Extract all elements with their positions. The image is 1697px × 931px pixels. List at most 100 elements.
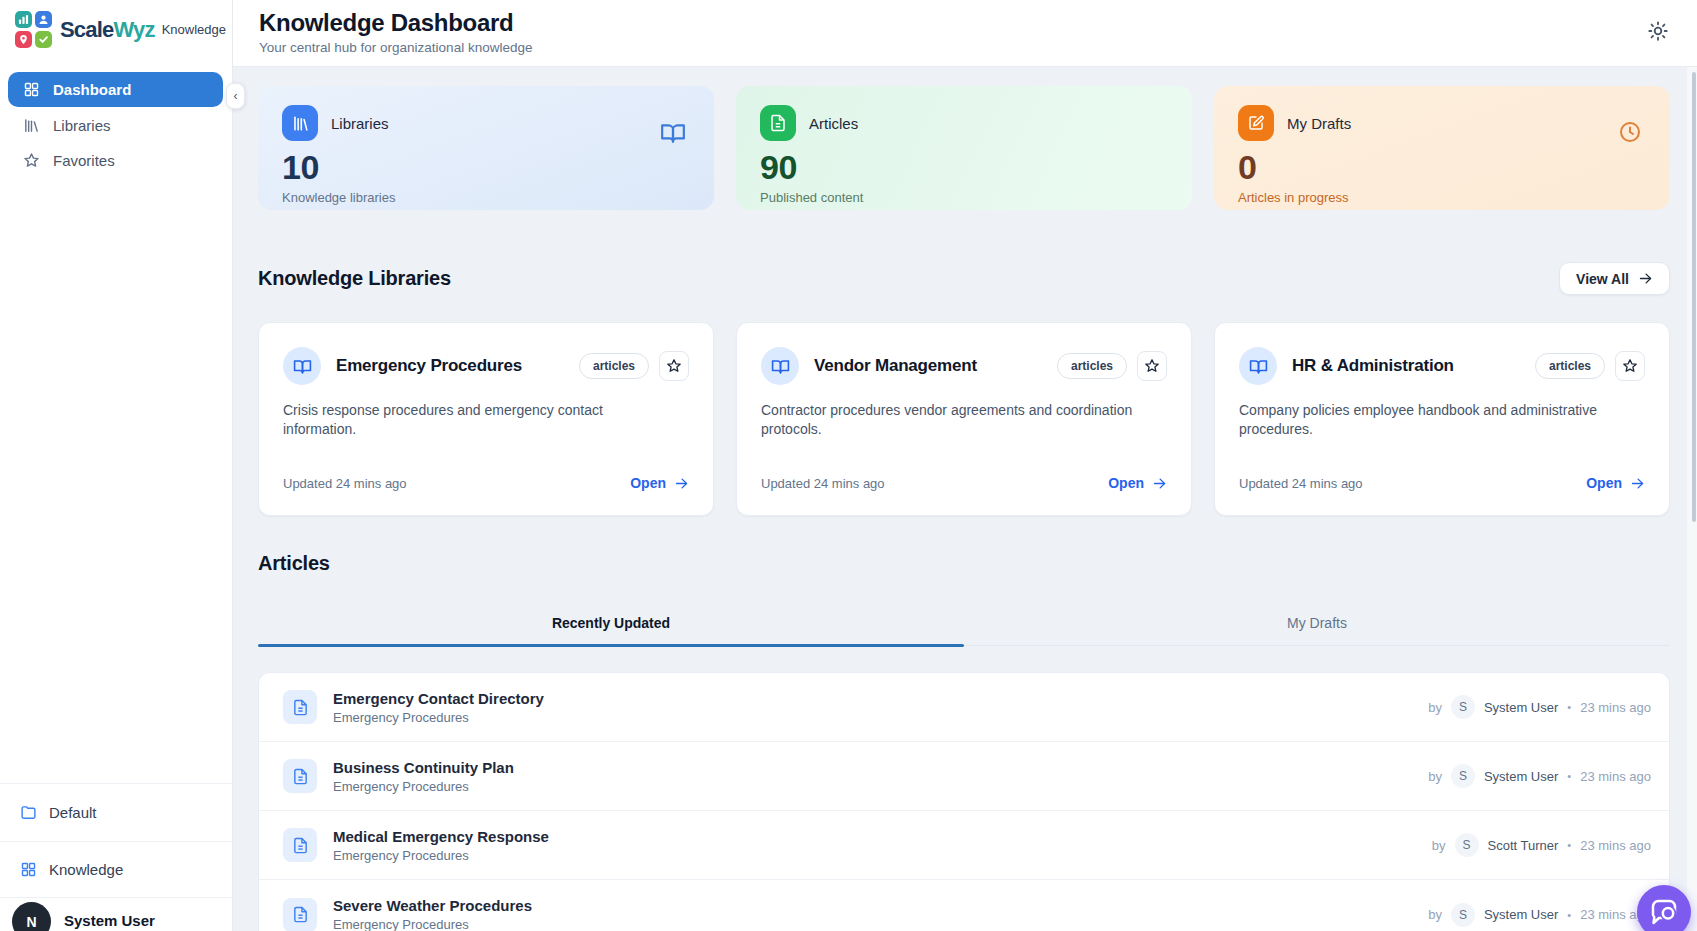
sidebar-item-dashboard[interactable]: Dashboard	[8, 72, 223, 107]
library-updated: Updated 24 mins ago	[283, 476, 407, 491]
topbar: Knowledge Dashboard Your central hub for…	[233, 0, 1697, 67]
stat-value: 10	[282, 148, 690, 187]
arrow-right-icon	[1638, 271, 1653, 286]
article-row[interactable]: Emergency Contact Directory Emergency Pr…	[259, 673, 1669, 742]
article-meta: by S Scott Turner • 23 mins ago	[1432, 833, 1651, 857]
open-link[interactable]: Open	[630, 475, 689, 491]
file-text-chip-icon	[760, 105, 796, 141]
article-library: Emergency Procedures	[333, 917, 1428, 931]
library-updated: Updated 24 mins ago	[761, 476, 885, 491]
chat-widget-button[interactable]	[1637, 885, 1691, 931]
scrollbar-thumb[interactable]	[1692, 72, 1696, 522]
favorite-button[interactable]	[1615, 351, 1645, 381]
book-open-icon	[761, 347, 799, 385]
library-icon	[22, 116, 40, 134]
library-title: Vendor Management	[814, 356, 1057, 376]
article-row[interactable]: Medical Emergency Response Emergency Pro…	[259, 811, 1669, 880]
library-cards: Emergency Procedures articles Crisis res…	[258, 322, 1670, 516]
author-avatar: S	[1455, 833, 1479, 857]
author-name: System User	[1484, 769, 1558, 784]
articles-tabs: Recently Updated My Drafts	[258, 615, 1670, 646]
article-time: 23 mins ago	[1580, 838, 1651, 853]
scrollbar-track[interactable]	[1687, 67, 1697, 931]
brand-name: ScaleWyz	[60, 17, 155, 43]
sidebar: ScaleWyz Knowledge Dashboard Libraries F…	[0, 0, 233, 931]
sidebar-item-default[interactable]: Default	[0, 784, 232, 841]
sidebar-item-favorites[interactable]: Favorites	[0, 143, 232, 177]
brand-suffix: Knowledge	[162, 22, 226, 37]
article-library: Emergency Procedures	[333, 848, 1432, 863]
folder-icon	[20, 804, 37, 821]
sidebar-item-label: Favorites	[53, 152, 115, 169]
user-avatar: N	[12, 902, 51, 931]
logo-tile-person-icon	[35, 11, 52, 28]
library-updated: Updated 24 mins ago	[1239, 476, 1363, 491]
chat-bubble-icon	[1647, 895, 1681, 929]
article-row[interactable]: Business Continuity Plan Emergency Proce…	[259, 742, 1669, 811]
article-title: Medical Emergency Response	[333, 828, 1432, 845]
open-link[interactable]: Open	[1586, 475, 1645, 491]
clock-icon	[1618, 120, 1642, 144]
tab-my-drafts[interactable]: My Drafts	[964, 615, 1670, 645]
sidebar-nav: Dashboard Libraries Favorites	[0, 72, 232, 177]
article-time: 23 mins ago	[1580, 769, 1651, 784]
author-name: System User	[1484, 700, 1558, 715]
page-title: Knowledge Dashboard	[259, 9, 1697, 37]
tab-recently-updated[interactable]: Recently Updated	[258, 615, 964, 645]
favorite-button[interactable]	[659, 351, 689, 381]
sidebar-footer: Default Knowledge N System User	[0, 783, 232, 931]
library-title: HR & Administration	[1292, 356, 1535, 376]
library-card-vendor-management[interactable]: Vendor Management articles Contractor pr…	[736, 322, 1192, 516]
view-all-button[interactable]: View All	[1559, 262, 1670, 295]
star-icon	[22, 151, 40, 169]
articles-badge: articles	[579, 353, 649, 379]
brand-logo-icon	[15, 11, 52, 48]
articles-badge: articles	[1057, 353, 1127, 379]
sidebar-item-label: Dashboard	[53, 81, 131, 98]
sidebar-footer-label: Default	[49, 804, 97, 821]
article-title: Severe Weather Procedures	[333, 897, 1428, 914]
stat-card-my-drafts[interactable]: My Drafts 0 Articles in progress	[1214, 86, 1670, 210]
book-open-icon	[283, 347, 321, 385]
stat-caption: Articles in progress	[1238, 190, 1646, 205]
arrow-right-icon	[674, 476, 689, 491]
open-link[interactable]: Open	[1108, 475, 1167, 491]
article-time: 23 mins ago	[1580, 700, 1651, 715]
main: Knowledge Dashboard Your central hub for…	[233, 0, 1697, 931]
stat-label: Libraries	[331, 115, 389, 132]
sidebar-item-libraries[interactable]: Libraries	[0, 108, 232, 142]
sun-icon	[1647, 20, 1673, 42]
sidebar-item-knowledge[interactable]: Knowledge	[0, 842, 232, 897]
library-card-emergency-procedures[interactable]: Emergency Procedures articles Crisis res…	[258, 322, 714, 516]
sidebar-collapse-button[interactable]: ‹	[226, 83, 245, 109]
user-row[interactable]: N System User	[0, 898, 232, 931]
author-avatar: S	[1451, 695, 1475, 719]
article-library: Emergency Procedures	[333, 710, 1428, 725]
logo-tile-chart-icon	[15, 11, 32, 28]
article-meta: by S System User • 23 mins ago	[1428, 903, 1651, 927]
article-title: Emergency Contact Directory	[333, 690, 1428, 707]
article-row[interactable]: Severe Weather Procedures Emergency Proc…	[259, 880, 1669, 931]
stat-label: My Drafts	[1287, 115, 1351, 132]
favorite-button[interactable]	[1137, 351, 1167, 381]
grid-icon	[20, 861, 37, 878]
file-text-icon	[283, 828, 317, 862]
libraries-section-header: Knowledge Libraries View All	[258, 262, 1670, 295]
file-text-icon	[283, 690, 317, 724]
edit-square-chip-icon	[1238, 105, 1274, 141]
article-library: Emergency Procedures	[333, 779, 1428, 794]
content: Libraries 10 Knowledge libraries Article…	[233, 67, 1697, 931]
article-meta: by S System User • 23 mins ago	[1428, 695, 1651, 719]
stat-caption: Knowledge libraries	[282, 190, 690, 205]
library-description: Company policies employee handbook and a…	[1239, 401, 1645, 439]
stat-card-articles[interactable]: Articles 90 Published content	[736, 86, 1192, 210]
library-card-hr-administration[interactable]: HR & Administration articles Company pol…	[1214, 322, 1670, 516]
page-subtitle: Your central hub for organizational know…	[259, 40, 1697, 55]
author-avatar: S	[1451, 764, 1475, 788]
chevron-left-icon: ‹	[234, 89, 238, 103]
theme-toggle-button[interactable]	[1647, 20, 1673, 46]
book-open-icon	[660, 120, 686, 146]
library-title: Emergency Procedures	[336, 356, 579, 376]
article-meta: by S System User • 23 mins ago	[1428, 764, 1651, 788]
stat-card-libraries[interactable]: Libraries 10 Knowledge libraries	[258, 86, 714, 210]
